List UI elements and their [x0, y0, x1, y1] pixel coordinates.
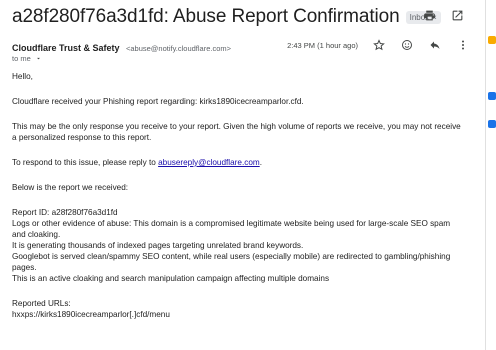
- evidence-line-4: This is an active cloaking and search ma…: [12, 274, 330, 283]
- star-icon[interactable]: [372, 38, 386, 52]
- side-panel-rail: [485, 0, 496, 350]
- email-subject: a28f280f76a3d1fd: Abuse Report Confirmat…: [12, 6, 400, 27]
- message-timestamp: 2:43 PM (1 hour ago): [287, 40, 358, 50]
- reply-prefix: To respond to this issue, please reply t…: [12, 158, 159, 167]
- reply-icon[interactable]: [428, 38, 442, 52]
- keep-app-icon[interactable]: [488, 36, 496, 44]
- reported-urls-label: Reported URLs:: [12, 299, 71, 308]
- report-id: Report ID: a28f280f76a3d1fd: [12, 208, 118, 217]
- reply-suffix: .: [259, 158, 262, 167]
- greeting: Hello,: [12, 72, 33, 81]
- open-in-new-window-icon[interactable]: [450, 8, 464, 22]
- printer-icon[interactable]: [422, 8, 436, 22]
- contacts-app-icon[interactable]: [488, 120, 496, 128]
- evidence-line-2: It is generating thousands of indexed pa…: [12, 241, 304, 250]
- more-vertical-icon[interactable]: [456, 38, 470, 52]
- chevron-down-icon[interactable]: [35, 55, 42, 62]
- tasks-app-icon[interactable]: [488, 92, 496, 100]
- intro-text: Cloudflare received your Phishing report…: [12, 97, 304, 106]
- thread-actions: [422, 8, 464, 22]
- evidence-line-3: Googlebot is served clean/spammy SEO con…: [12, 252, 451, 272]
- recipient-text: to me: [12, 54, 31, 63]
- report-intro: Below is the report we received:: [12, 183, 129, 192]
- message-body: Hello, Cloudflare received your Phishing…: [12, 71, 464, 320]
- emoji-reaction-icon[interactable]: [400, 38, 414, 52]
- sender-name[interactable]: Cloudflare Trust & Safety: [12, 43, 120, 53]
- reply-instructions: To respond to this issue, please reply t…: [12, 157, 464, 168]
- message-meta: 2:43 PM (1 hour ago): [287, 38, 470, 52]
- email-subject-row: a28f280f76a3d1fd: Abuse Report Confirmat…: [12, 4, 470, 30]
- reply-email-link[interactable]: abusereply@cloudflare.com: [158, 158, 260, 167]
- recipient-line[interactable]: to me: [12, 54, 42, 63]
- evidence-line-1: Logs or other evidence of abuse: This do…: [12, 219, 451, 239]
- notice-text: This may be the only response you receiv…: [12, 122, 461, 142]
- sender-email: <abuse@notify.cloudflare.com>: [125, 44, 232, 53]
- reported-url-1: hxxps://kirks1890icecreamparlor[.]cfd/me…: [12, 310, 170, 319]
